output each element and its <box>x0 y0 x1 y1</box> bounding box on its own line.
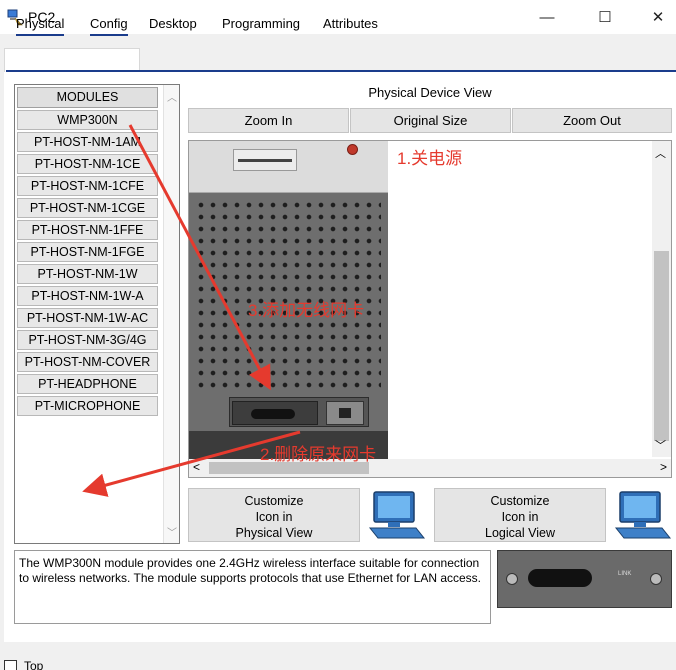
chassis-top-panel <box>189 141 388 193</box>
top-label: Top <box>24 659 44 670</box>
module-item-pt-host-nm-1ce[interactable]: PT-HOST-NM-1CE <box>17 154 158 174</box>
module-description: The WMP300N module provides one 2.4GHz w… <box>14 550 491 624</box>
maximize-button[interactable]: ☐ <box>582 0 628 34</box>
tab-attributes[interactable]: Attributes <box>323 16 378 34</box>
module-slot[interactable] <box>229 397 369 427</box>
card-connector <box>251 409 295 419</box>
module-item-pt-host-nm-1fge[interactable]: PT-HOST-NM-1FGE <box>17 242 158 262</box>
module-preview-image: LINK <box>497 550 672 608</box>
scroll-thumb[interactable] <box>654 251 669 441</box>
close-button[interactable]: ✕ <box>640 0 676 34</box>
modules-header: MODULES <box>17 87 158 108</box>
tab-physical[interactable]: Physical <box>16 16 65 36</box>
pc-monitor-icon <box>614 491 672 539</box>
antenna-connector <box>528 569 592 587</box>
scroll-up-icon[interactable]: ︿ <box>167 89 177 104</box>
tab-programming[interactable]: Programming <box>222 16 300 34</box>
link-label: LINK <box>618 571 632 577</box>
tab-config[interactable]: Config <box>90 16 128 36</box>
screw-icon <box>650 573 662 585</box>
annotation-step-1: 1.关电源 <box>397 149 463 168</box>
minimize-button[interactable]: — <box>524 0 570 34</box>
customize-label: Customize <box>244 494 304 508</box>
view-vertical-scrollbar[interactable]: ︿ ﹀ <box>652 141 671 457</box>
module-item-pt-host-nm-1cfe[interactable]: PT-HOST-NM-1CFE <box>17 176 158 196</box>
module-item-pt-host-nm-1am[interactable]: PT-HOST-NM-1AM <box>17 132 158 152</box>
icon-in-label: Icon in <box>255 510 293 524</box>
customize-logical-view-button[interactable]: Customize Icon in Logical View <box>434 488 606 542</box>
active-tab-background <box>4 48 140 72</box>
module-item-pt-host-nm-cover[interactable]: PT-HOST-NM-COVER <box>17 352 158 372</box>
module-item-pt-headphone[interactable]: PT-HEADPHONE <box>17 374 158 394</box>
ventilation-grille <box>195 199 381 389</box>
maximize-icon: ☐ <box>598 9 612 26</box>
drive-bay <box>233 149 297 171</box>
module-item-pt-microphone[interactable]: PT-MICROPHONE <box>17 396 158 416</box>
annotation-step-3: 3.添加无线网卡 <box>248 301 365 320</box>
network-card[interactable] <box>232 401 318 425</box>
module-item-pt-host-nm-1w[interactable]: PT-HOST-NM-1W <box>17 264 158 284</box>
module-item-pt-host-nm-3g4g[interactable]: PT-HOST-NM-3G/4G <box>17 330 158 350</box>
scroll-right-icon[interactable]: > <box>660 460 667 474</box>
ethernet-port <box>326 401 364 425</box>
scroll-up-icon[interactable]: ︿ <box>655 145 666 161</box>
zoom-out-button[interactable]: Zoom Out <box>512 108 672 133</box>
module-item-pt-host-nm-1cge[interactable]: PT-HOST-NM-1CGE <box>17 198 158 218</box>
icon-in-label: Icon in <box>501 510 539 524</box>
module-item-wmp300n[interactable]: WMP300N <box>17 110 158 130</box>
scroll-left-icon[interactable]: < <box>193 460 200 474</box>
modules-scrollbar[interactable]: ︿ ﹀ <box>163 85 179 543</box>
module-item-pt-host-nm-1w-a[interactable]: PT-HOST-NM-1W-A <box>17 286 158 306</box>
screw-icon <box>506 573 518 585</box>
annotation-step-2: 2.删除原来网卡 <box>260 445 377 464</box>
modules-items: MODULES WMP300N PT-HOST-NM-1AM PT-HOST-N… <box>17 87 161 418</box>
scroll-down-icon[interactable]: ﹀ <box>655 437 666 453</box>
physical-view-label: Physical View <box>235 526 313 540</box>
customize-physical-view-button[interactable]: Customize Icon in Physical View <box>188 488 360 542</box>
customize-label: Customize <box>490 494 550 508</box>
close-icon: ✕ <box>651 9 665 26</box>
zoom-in-button[interactable]: Zoom In <box>188 108 349 133</box>
module-item-pt-host-nm-1ffe[interactable]: PT-HOST-NM-1FFE <box>17 220 158 240</box>
minimize-icon: — <box>539 8 555 26</box>
scroll-down-icon[interactable]: ﹀ <box>167 524 177 539</box>
logical-view-label: Logical View <box>485 526 555 540</box>
module-item-pt-host-nm-1w-ac[interactable]: PT-HOST-NM-1W-AC <box>17 308 158 328</box>
modules-list: MODULES WMP300N PT-HOST-NM-1AM PT-HOST-N… <box>14 84 180 544</box>
top-checkbox[interactable] <box>4 660 17 670</box>
original-size-button[interactable]: Original Size <box>350 108 511 133</box>
pc-monitor-icon <box>368 491 426 539</box>
tab-desktop[interactable]: Desktop <box>149 16 197 34</box>
power-switch[interactable] <box>347 144 358 155</box>
physical-device-view-title: Physical Device View <box>368 85 492 100</box>
